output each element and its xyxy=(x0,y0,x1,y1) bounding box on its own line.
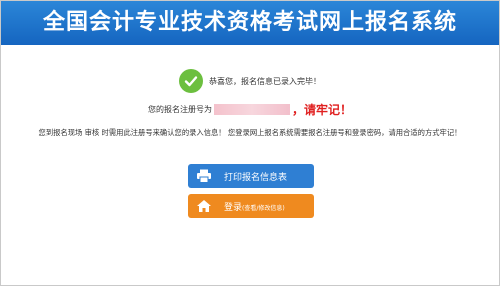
login-button-label: 登录(查看/修改信息) xyxy=(220,200,314,213)
login-label: 登录 xyxy=(224,202,243,213)
remember-notice: ，请牢记！ xyxy=(291,102,352,117)
success-message-row: 恭喜您，报名信息已录入完毕！ xyxy=(0,68,500,94)
registration-number-redacted xyxy=(213,103,290,115)
print-registration-button[interactable]: 打印报名信息表 xyxy=(188,164,314,188)
page-title: 全国会计专业技术资格考试网上报名系统 xyxy=(1,1,499,45)
registration-number-row: 您的报名注册号为 ，请牢记！ xyxy=(0,100,500,118)
print-button-label: 打印报名信息表 xyxy=(224,172,288,183)
login-sub-label: (查看/修改信息) xyxy=(242,204,285,212)
instruction-note: 您到报名现场 审核 时需用此注册号来确认您的录入信息！ 您登录网上报名系统需要报… xyxy=(38,128,462,137)
printer-icon xyxy=(188,169,220,183)
home-icon xyxy=(188,199,220,213)
registration-label: 您的报名注册号为 xyxy=(147,104,212,114)
success-text: 恭喜您，报名信息已录入完毕！ xyxy=(209,76,321,86)
login-button[interactable]: 登录(查看/修改信息) xyxy=(188,194,314,218)
check-icon xyxy=(179,69,203,93)
